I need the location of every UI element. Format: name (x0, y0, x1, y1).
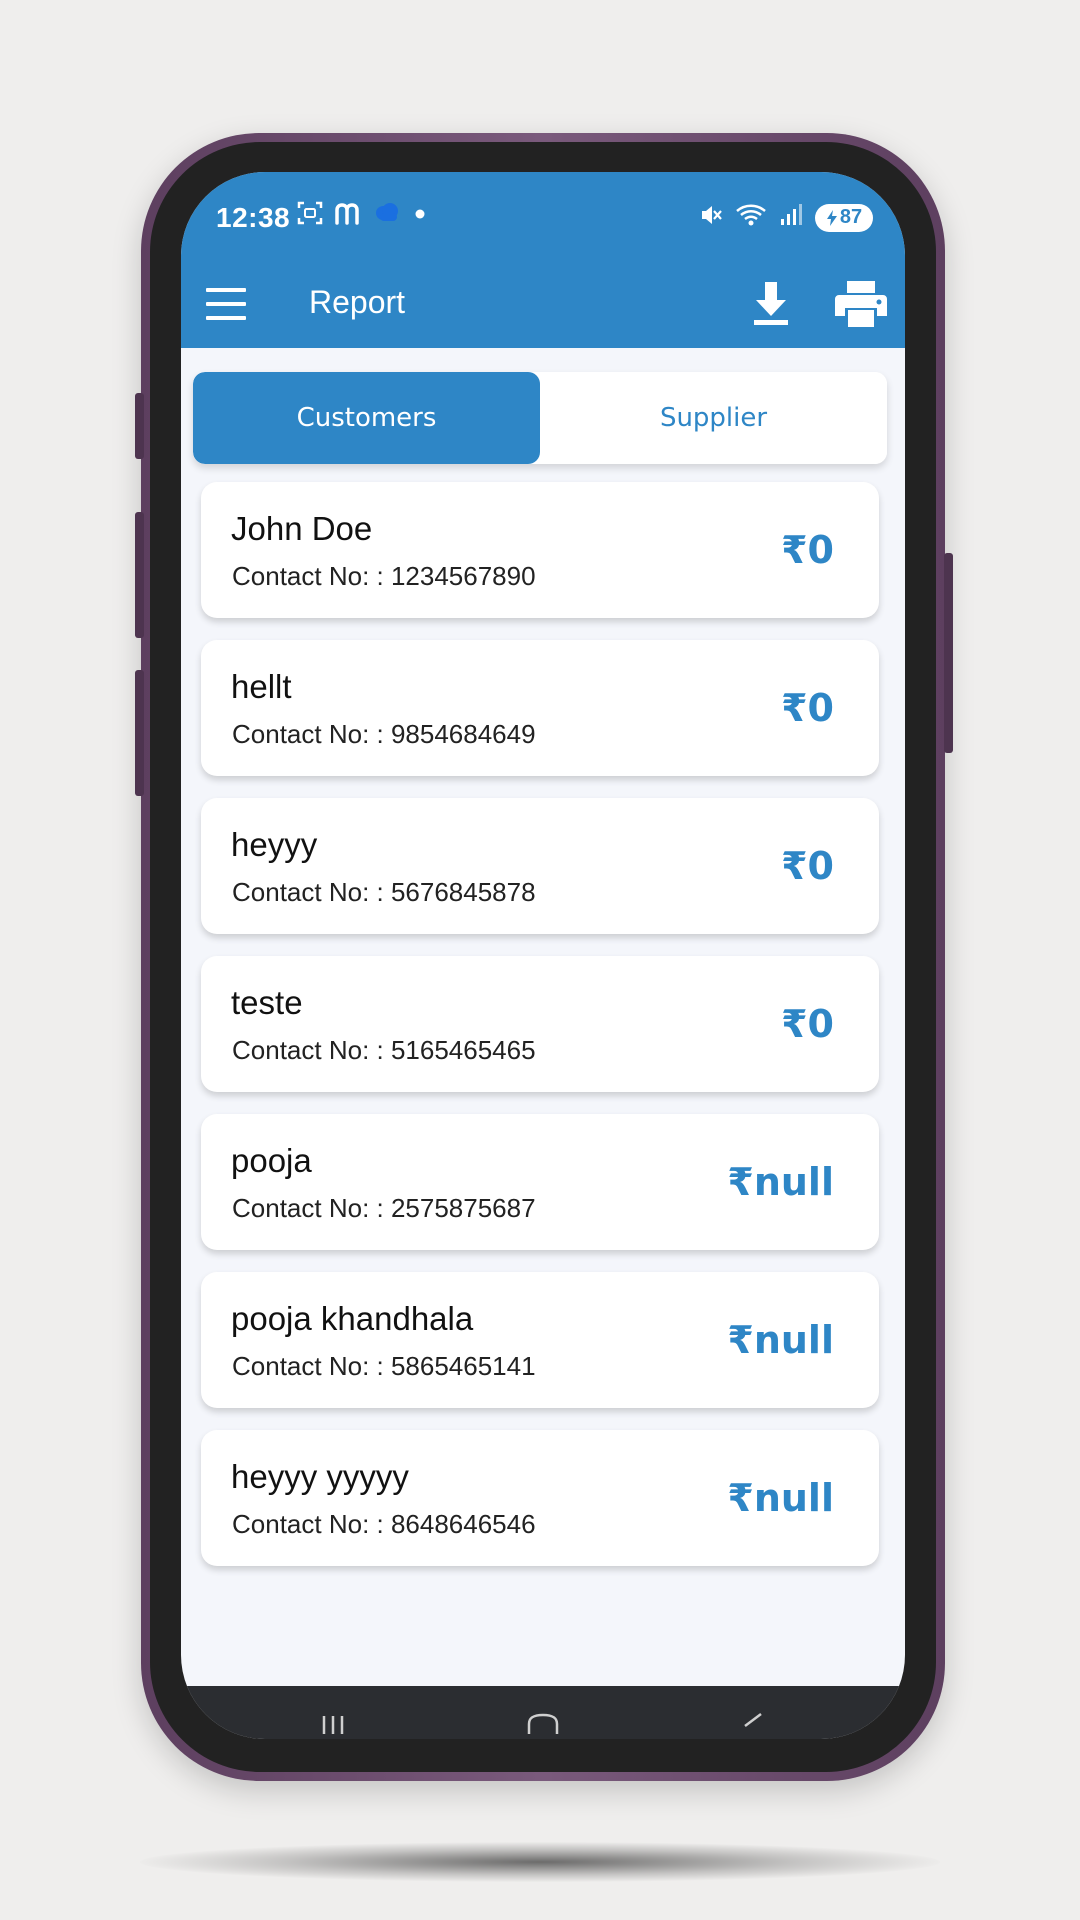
list-item[interactable]: hellt Contact No: : 9854684649 ₹0 (201, 640, 879, 776)
power-button (944, 553, 953, 753)
home-icon[interactable] (523, 1704, 563, 1734)
contact-name: hellt (231, 668, 292, 705)
contact-number: Contact No: : 2575875687 (232, 1193, 536, 1223)
contact-amount: ₹0 (781, 686, 834, 730)
contact-list: John Doe Contact No: : 1234567890 ₹0 hel… (201, 482, 879, 1588)
contact-name: John Doe (231, 510, 373, 547)
status-time: 12:38 (216, 202, 291, 233)
contact-number: Contact No: : 5165465465 (232, 1035, 536, 1065)
contact-name: teste (231, 984, 303, 1021)
contact-number: Contact No: : 1234567890 (232, 561, 536, 591)
menu-line (206, 302, 246, 306)
system-nav-bar (181, 1686, 905, 1739)
mute-icon (699, 202, 723, 233)
tab-customers[interactable]: Customers (193, 372, 540, 464)
wifi-icon (735, 202, 767, 233)
list-item[interactable]: pooja Contact No: : 2575875687 ₹null (201, 1114, 879, 1250)
status-bar: 12:38 87 (181, 172, 905, 260)
phone-screen: 12:38 87 Report Customers Supplier John … (181, 172, 905, 1739)
volume-up-button (135, 393, 144, 459)
menu-icon[interactable] (206, 288, 246, 320)
contact-amount: ₹0 (781, 528, 834, 572)
status-icons-right: 87 (699, 202, 873, 233)
back-icon[interactable] (733, 1704, 773, 1734)
contact-amount: ₹null (727, 1160, 834, 1204)
cloud-icon (374, 201, 400, 230)
contact-name: pooja (231, 1142, 312, 1179)
download-icon[interactable] (746, 278, 796, 330)
menu-line (206, 288, 246, 292)
tab-bar: Customers Supplier (193, 372, 887, 464)
volume-down-button (135, 512, 144, 638)
page-title: Report (309, 284, 406, 320)
contact-amount: ₹0 (781, 1002, 834, 1046)
contact-name: heyyy yyyyy (231, 1458, 409, 1495)
bixby-button (135, 670, 144, 796)
list-item[interactable]: heyyy Contact No: : 5676845878 ₹0 (201, 798, 879, 934)
print-icon[interactable] (833, 278, 889, 330)
status-icons-left (296, 200, 430, 231)
recent-apps-icon[interactable] (313, 1704, 353, 1734)
contact-amount: ₹null (727, 1318, 834, 1362)
contact-number: Contact No: : 8648646546 (232, 1509, 536, 1539)
battery-icon: 87 (815, 203, 873, 232)
screenshot-icon (296, 200, 324, 231)
contact-amount: ₹null (727, 1476, 834, 1520)
list-item[interactable]: pooja khandhala Contact No: : 5865465141… (201, 1272, 879, 1408)
tab-supplier[interactable]: Supplier (540, 372, 887, 464)
battery-level: 87 (839, 206, 863, 228)
m-app-icon (334, 200, 364, 231)
list-item[interactable]: John Doe Contact No: : 1234567890 ₹0 (201, 482, 879, 618)
phone-floor-shadow (140, 1842, 940, 1882)
list-item[interactable]: heyyy yyyyy Contact No: : 8648646546 ₹nu… (201, 1430, 879, 1566)
contact-amount: ₹0 (781, 844, 834, 888)
contact-number: Contact No: : 9854684649 (232, 719, 536, 749)
list-item[interactable]: teste Contact No: : 5165465465 ₹0 (201, 956, 879, 1092)
signal-icon (779, 202, 803, 233)
app-bar: Report (181, 260, 905, 348)
dot-icon (410, 201, 430, 230)
contact-number: Contact No: : 5676845878 (232, 877, 536, 907)
contact-name: heyyy (231, 826, 318, 863)
contact-name: pooja khandhala (231, 1300, 474, 1337)
menu-line (206, 316, 246, 320)
contact-number: Contact No: : 5865465141 (232, 1351, 536, 1381)
